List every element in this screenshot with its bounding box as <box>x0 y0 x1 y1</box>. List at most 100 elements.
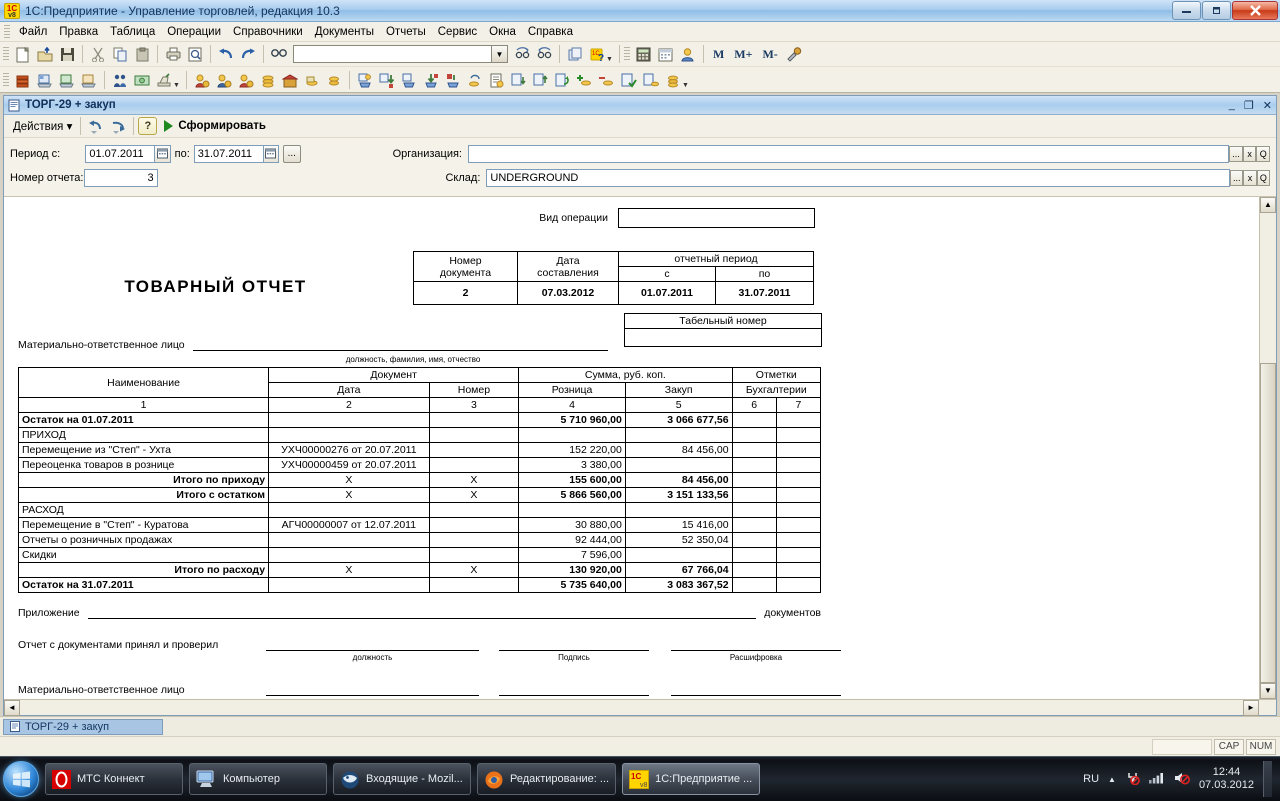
find-icon[interactable] <box>269 44 289 64</box>
coin-stack-icon[interactable] <box>663 70 683 90</box>
power-plug-icon[interactable] <box>1125 770 1140 788</box>
menu-windows[interactable]: Окна <box>483 24 522 40</box>
taskbar-button-firefox[interactable]: Редактирование: ... <box>477 763 617 795</box>
cash-register-icon[interactable] <box>154 70 174 90</box>
table-row[interactable]: Отчеты о розничных продажах 92 444,00 52 3… <box>17 532 822 548</box>
client-person-icon[interactable] <box>236 70 256 90</box>
document-list-icon[interactable] <box>57 70 77 90</box>
menu-edit[interactable]: Правка <box>53 24 104 40</box>
scroll-left-button[interactable]: ◄ <box>4 699 20 716</box>
calendar-icon[interactable] <box>656 44 676 64</box>
remove-coins-icon[interactable] <box>597 70 617 90</box>
scroll-down-button[interactable]: ▼ <box>1260 683 1276 699</box>
table-row[interactable]: Итого с остатком X X 5 866 560,00 3 151 133,… <box>17 487 822 503</box>
copy-window-icon[interactable] <box>565 44 585 64</box>
window-tab-torg29[interactable]: ТОРГ-29 + закуп <box>3 718 163 735</box>
chevron-down-icon[interactable]: ▼ <box>606 56 613 63</box>
table-row[interactable]: Остаток на 01.07.2011 5 710 960,00 3 066 6… <box>17 412 822 428</box>
copy-icon[interactable] <box>110 44 130 64</box>
memory-add-button[interactable]: M+ <box>729 47 757 62</box>
period-to-input[interactable]: 31.07.2011 <box>193 144 264 163</box>
table-row[interactable]: Итого по приходу X X 155 600,00 84 456,00 <box>17 472 822 488</box>
menu-reports[interactable]: Отчеты <box>380 24 432 40</box>
undo-icon[interactable] <box>216 44 236 64</box>
toolbar1-grip[interactable] <box>3 47 9 61</box>
organization-input[interactable] <box>467 144 1230 163</box>
calendar-icon-to[interactable] <box>263 144 280 163</box>
generate-button[interactable]: Сформировать <box>178 120 266 132</box>
menu-file[interactable]: Файл <box>13 24 53 40</box>
open-folder-icon[interactable] <box>35 44 55 64</box>
warehouse-open-button[interactable]: Q <box>1256 169 1270 186</box>
document-close-button[interactable]: ✕ <box>1263 99 1272 112</box>
purchase-person-icon[interactable] <box>214 70 234 90</box>
calendar-icon-from[interactable] <box>155 144 171 163</box>
print-preview-icon[interactable] <box>185 44 205 64</box>
organization-select-button[interactable]: ... <box>1229 145 1243 162</box>
menu-service[interactable]: Сервис <box>432 24 483 40</box>
cash-icon[interactable] <box>132 70 152 90</box>
menu-catalogs[interactable]: Справочники <box>227 24 309 40</box>
memory-subtract-button[interactable]: M- <box>757 47 782 62</box>
invoice-out-icon[interactable] <box>531 70 551 90</box>
report-spreadsheet[interactable]: Вид операции ТОВАРНЫЙ ОТЧЕТ Номер докуме… <box>4 197 1259 699</box>
table-row[interactable]: Переоценка товаров в рознице УХЧ00000459 … <box>17 457 822 473</box>
toolbar-combobox[interactable]: ▼ <box>293 45 508 63</box>
generate-play-icon[interactable] <box>164 120 174 132</box>
table-row[interactable]: Остаток на 31.07.2011 5 735 640,00 3 083 3… <box>17 577 822 593</box>
search-next-icon[interactable] <box>512 44 532 64</box>
report-number-input[interactable]: 3 <box>83 168 158 187</box>
period-settings-button[interactable]: ... <box>283 144 301 163</box>
table-row[interactable]: Перемещение в "Степ" - Куратова АГЧ000000… <box>17 517 822 533</box>
chevron-down-icon[interactable]: ▼ <box>682 82 689 89</box>
tray-language-indicator[interactable]: RU <box>1083 773 1099 785</box>
paste-icon[interactable] <box>132 44 152 64</box>
new-document-icon[interactable] <box>13 44 33 64</box>
undo-arrow-icon[interactable] <box>86 116 106 136</box>
document-restore-button[interactable]: ❐ <box>1244 99 1254 112</box>
coins-circle-icon[interactable] <box>465 70 485 90</box>
goods-in-icon[interactable] <box>377 70 397 90</box>
goods-out-icon[interactable] <box>421 70 441 90</box>
scroll-track-top[interactable] <box>1260 213 1276 363</box>
stack-doc-icon[interactable] <box>641 70 661 90</box>
warehouse-select-button[interactable]: ... <box>1230 169 1244 186</box>
volume-muted-icon[interactable] <box>1174 771 1190 788</box>
table-row[interactable]: Итого по расходу X X 130 920,00 67 766,04 <box>17 562 822 578</box>
show-desktop-button[interactable] <box>1263 761 1272 797</box>
counterparties-icon[interactable] <box>110 70 130 90</box>
save-icon[interactable] <box>57 44 77 64</box>
toolbar1-grip-2[interactable] <box>623 47 630 61</box>
toolbar2-grip[interactable] <box>3 72 9 87</box>
report-doc-icon[interactable] <box>487 70 507 90</box>
settings-tools-icon[interactable] <box>784 44 804 64</box>
taskbar-button-thunderbird[interactable]: Входящие - Mozil... <box>333 763 471 795</box>
refresh-doc-icon[interactable] <box>553 70 573 90</box>
user-icon[interactable] <box>678 44 698 64</box>
chevron-up-icon[interactable]: ▲ <box>1108 775 1116 784</box>
table-row[interactable]: Скидки 7 596,00 <box>17 547 822 563</box>
network-signal-icon[interactable] <box>1148 771 1165 787</box>
search-prev-icon[interactable] <box>534 44 554 64</box>
memory-recall-button[interactable]: M <box>708 47 729 62</box>
price-list-icon[interactable] <box>35 70 55 90</box>
transfer-icon[interactable] <box>443 70 463 90</box>
check-doc-icon[interactable] <box>619 70 639 90</box>
journal-icon[interactable] <box>79 70 99 90</box>
add-coins-icon[interactable] <box>575 70 595 90</box>
redo-arrow-icon[interactable] <box>108 116 128 136</box>
catalog-books-icon[interactable] <box>13 70 33 90</box>
scroll-thumb[interactable] <box>1260 363 1276 683</box>
horizontal-scrollbar[interactable]: ◄ ► <box>4 699 1276 716</box>
money-stack-icon[interactable] <box>302 70 322 90</box>
menu-help[interactable]: Справка <box>522 24 579 40</box>
table-row[interactable]: РАСХОД <box>17 502 822 518</box>
minimize-button[interactable] <box>1172 1 1201 20</box>
coins-icon[interactable] <box>258 70 278 90</box>
table-row[interactable]: ПРИХОД <box>17 427 822 443</box>
warehouse-clear-button[interactable]: x <box>1243 169 1257 186</box>
chevron-down-icon[interactable]: ▼ <box>173 82 180 89</box>
invoice-in-icon[interactable] <box>509 70 529 90</box>
actions-menu-button[interactable]: Действия ▾ <box>9 118 76 134</box>
windows-start-orb-icon[interactable] <box>3 761 39 797</box>
